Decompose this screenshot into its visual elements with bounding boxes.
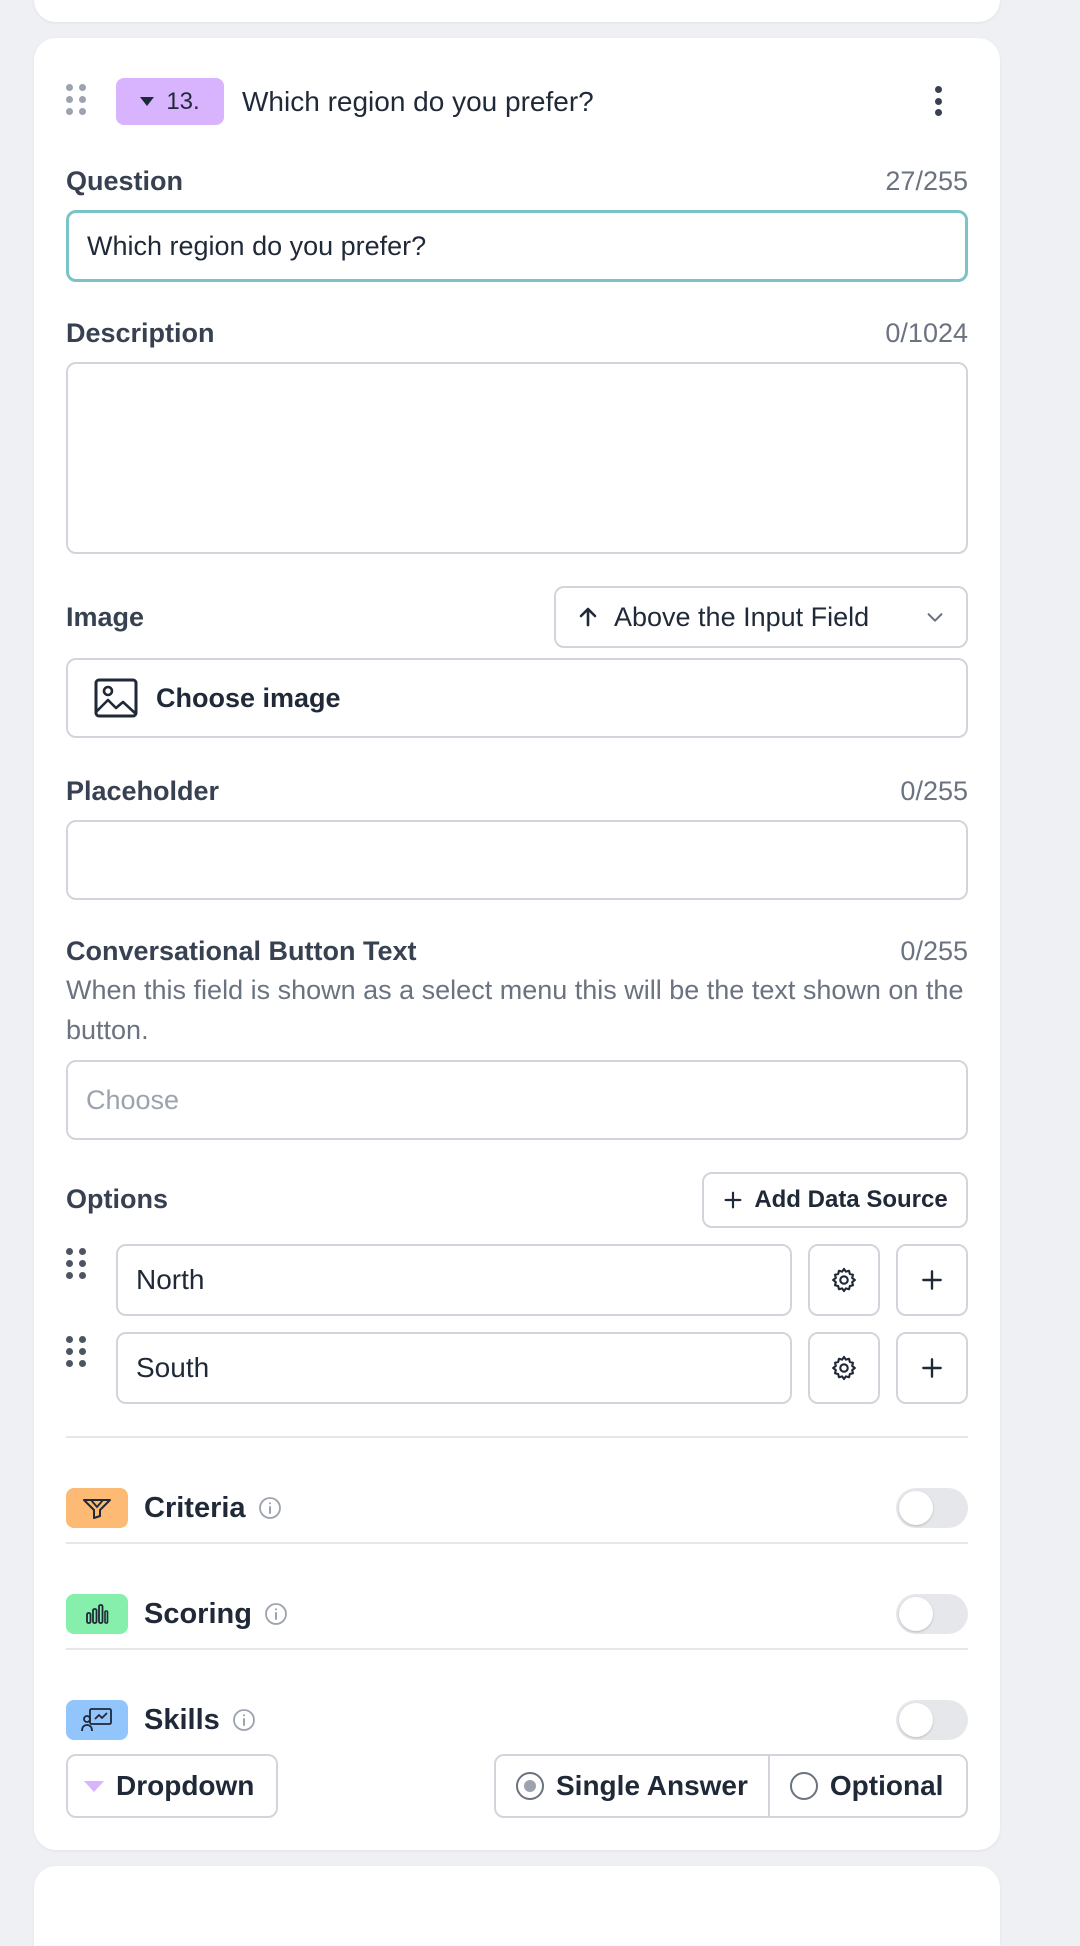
scoring-label: Scoring <box>144 1597 252 1630</box>
arrow-up-icon <box>579 607 597 627</box>
scoring-row: Scoring <box>66 1594 968 1634</box>
gear-icon <box>832 1355 856 1381</box>
previous-question-card <box>34 0 1000 22</box>
conversational-counter: 0/255 <box>900 936 968 966</box>
question-field[interactable] <box>66 210 968 282</box>
divider <box>66 1542 968 1544</box>
question-input[interactable] <box>69 213 965 279</box>
choose-image-button[interactable]: Choose image <box>66 658 968 738</box>
caret-down-icon <box>140 97 155 106</box>
placeholder-input[interactable] <box>68 822 966 898</box>
choose-image-label: Choose image <box>156 682 341 713</box>
question-card: 13. Which region do you prefer? Question… <box>34 38 1000 1850</box>
single-answer-option[interactable]: Single Answer <box>496 1756 768 1816</box>
drag-handle-icon[interactable] <box>66 1336 87 1367</box>
image-position-select[interactable]: Above the Input Field <box>554 586 968 648</box>
caret-down-icon <box>84 1780 104 1792</box>
field-type-button[interactable]: Dropdown <box>66 1754 278 1818</box>
drag-handle-icon[interactable] <box>66 84 87 115</box>
question-title: Which region do you prefer? <box>242 86 594 117</box>
optional-label: Optional <box>829 1770 944 1801</box>
question-label: Question <box>66 166 184 196</box>
radio-checked-icon <box>516 1772 544 1800</box>
optional-option[interactable]: Optional <box>767 1756 964 1816</box>
skills-row: Skills <box>66 1700 968 1740</box>
single-answer-label: Single Answer <box>556 1770 748 1801</box>
next-question-card <box>34 1866 1000 1946</box>
info-icon[interactable] <box>232 1708 256 1732</box>
description-textarea[interactable] <box>68 364 966 552</box>
chevron-down-icon <box>927 613 943 622</box>
add-option-button[interactable] <box>896 1244 968 1316</box>
conversational-helper-text: When this field is shown as a select men… <box>66 975 964 1045</box>
radio-unchecked-icon <box>789 1772 818 1800</box>
question-counter: 27/255 <box>885 166 968 196</box>
presentation-icon <box>66 1700 128 1740</box>
more-options-icon[interactable] <box>928 82 948 120</box>
plus-icon <box>922 1270 942 1290</box>
plus-icon <box>922 1358 942 1378</box>
skills-label: Skills <box>144 1703 220 1736</box>
placeholder-counter: 0/255 <box>900 776 968 806</box>
skills-toggle[interactable] <box>896 1700 968 1740</box>
info-icon[interactable] <box>258 1496 282 1520</box>
add-data-source-button[interactable]: Add Data Source <box>702 1172 968 1228</box>
option-settings-button[interactable] <box>808 1244 880 1316</box>
criteria-toggle[interactable] <box>896 1488 968 1528</box>
description-label: Description <box>66 318 215 348</box>
description-counter: 0/1024 <box>885 318 968 348</box>
description-field[interactable] <box>66 362 968 554</box>
image-icon <box>94 678 138 718</box>
divider <box>66 1436 968 1438</box>
placeholder-field[interactable] <box>66 820 968 900</box>
placeholder-label: Placeholder <box>66 776 220 806</box>
option-input[interactable]: South <box>116 1332 792 1404</box>
option-row: South <box>66 1332 968 1404</box>
criteria-row: Criteria <box>66 1488 968 1528</box>
option-settings-button[interactable] <box>808 1332 880 1404</box>
image-position-value: Above the Input Field <box>614 601 870 632</box>
conversational-field[interactable] <box>66 1060 968 1140</box>
conversational-input[interactable] <box>68 1062 966 1138</box>
conversational-label: Conversational Button Text <box>66 936 417 966</box>
option-row: North <box>66 1244 968 1316</box>
field-type-label: Dropdown <box>116 1770 255 1801</box>
bar-chart-icon <box>66 1594 128 1634</box>
gear-icon <box>832 1267 856 1293</box>
plus-icon <box>724 1191 742 1209</box>
add-data-source-label: Add Data Source <box>754 1186 948 1213</box>
criteria-label: Criteria <box>144 1491 246 1524</box>
question-number: 13. <box>166 87 200 115</box>
add-option-button[interactable] <box>896 1332 968 1404</box>
scoring-toggle[interactable] <box>896 1594 968 1634</box>
question-number-badge[interactable]: 13. <box>116 78 224 125</box>
divider <box>66 1648 968 1650</box>
image-label: Image <box>66 602 145 632</box>
drag-handle-icon[interactable] <box>66 1248 87 1279</box>
answer-mode-group: Single Answer Optional <box>494 1754 968 1818</box>
info-icon[interactable] <box>264 1602 288 1626</box>
options-label: Options <box>66 1184 168 1214</box>
funnel-icon <box>66 1488 128 1528</box>
option-input[interactable]: North <box>116 1244 792 1316</box>
